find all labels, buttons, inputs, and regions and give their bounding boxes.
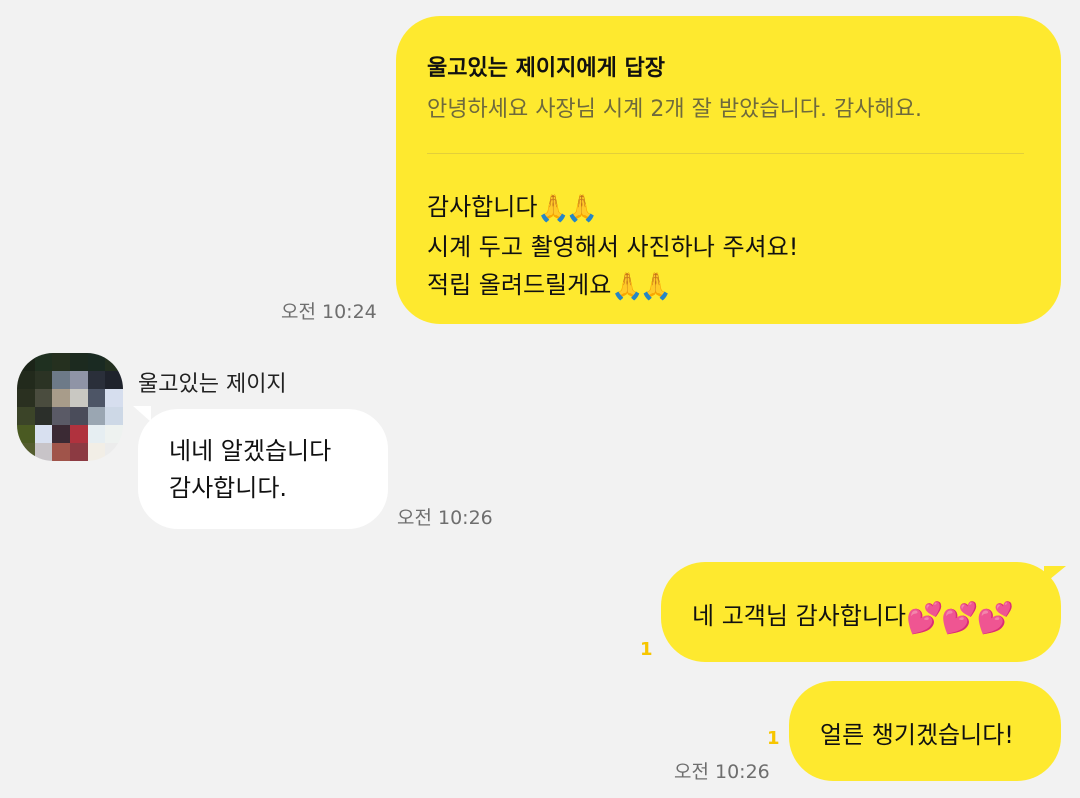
message-text: 얼른 챙기겠습니다!: [820, 721, 1014, 749]
message-timestamp: 오전 10:24: [281, 301, 377, 323]
message-line-text: 감사합니다: [427, 193, 538, 221]
reply-message-body: 감사합니다🙏🙏 시계 두고 촬영해서 사진하나 주셔요! 적립 올려드릴게요🙏🙏: [427, 188, 798, 306]
message-text: 네네 알겠습니다 감사합니다.: [169, 433, 331, 507]
message-line: 네네 알겠습니다: [169, 437, 332, 465]
message-timestamp: 오전 10:26: [674, 761, 770, 783]
sent-message-bubble[interactable]: 얼른 챙기겠습니다!: [789, 681, 1061, 781]
bubble-tail: [133, 406, 151, 422]
two-hearts-emoji-icon: 💕💕💕: [905, 601, 1014, 636]
message-line: 시계 두고 촬영해서 사진하나 주셔요!: [427, 233, 799, 261]
unread-count: 1: [767, 728, 780, 749]
message-line: 감사합니다.: [169, 474, 288, 502]
reply-divider: [427, 153, 1024, 154]
message-line: 적립 올려드릴게요🙏🙏: [427, 266, 798, 306]
unread-count: 1: [640, 639, 653, 660]
message-line: 감사합니다🙏🙏: [427, 188, 798, 228]
reply-target-title: 울고있는 제이지에게 답장: [427, 56, 665, 81]
my-reply-message-bubble[interactable]: 울고있는 제이지에게 답장 안녕하세요 사장님 시계 2개 잘 받았습니다. 감…: [396, 16, 1061, 324]
message-text: 네 고객님 감사합니다💕💕💕: [692, 596, 1014, 636]
folded-hands-emoji-icon: 🙏🙏: [611, 272, 672, 302]
message-line-text: 적립 올려드릴게요: [427, 271, 612, 299]
folded-hands-emoji-icon: 🙏🙏: [537, 194, 598, 224]
quoted-message-text[interactable]: 안녕하세요 사장님 시계 2개 잘 받았습니다. 감사해요.: [427, 91, 922, 123]
message-text-content: 네 고객님 감사합니다: [692, 602, 906, 630]
received-message-bubble[interactable]: 네네 알겠습니다 감사합니다.: [138, 409, 388, 529]
sent-message-bubble[interactable]: 네 고객님 감사합니다💕💕💕: [661, 562, 1061, 662]
message-timestamp: 오전 10:26: [397, 507, 493, 529]
sender-avatar[interactable]: [17, 353, 123, 461]
sender-name: 울고있는 제이지: [138, 372, 287, 397]
